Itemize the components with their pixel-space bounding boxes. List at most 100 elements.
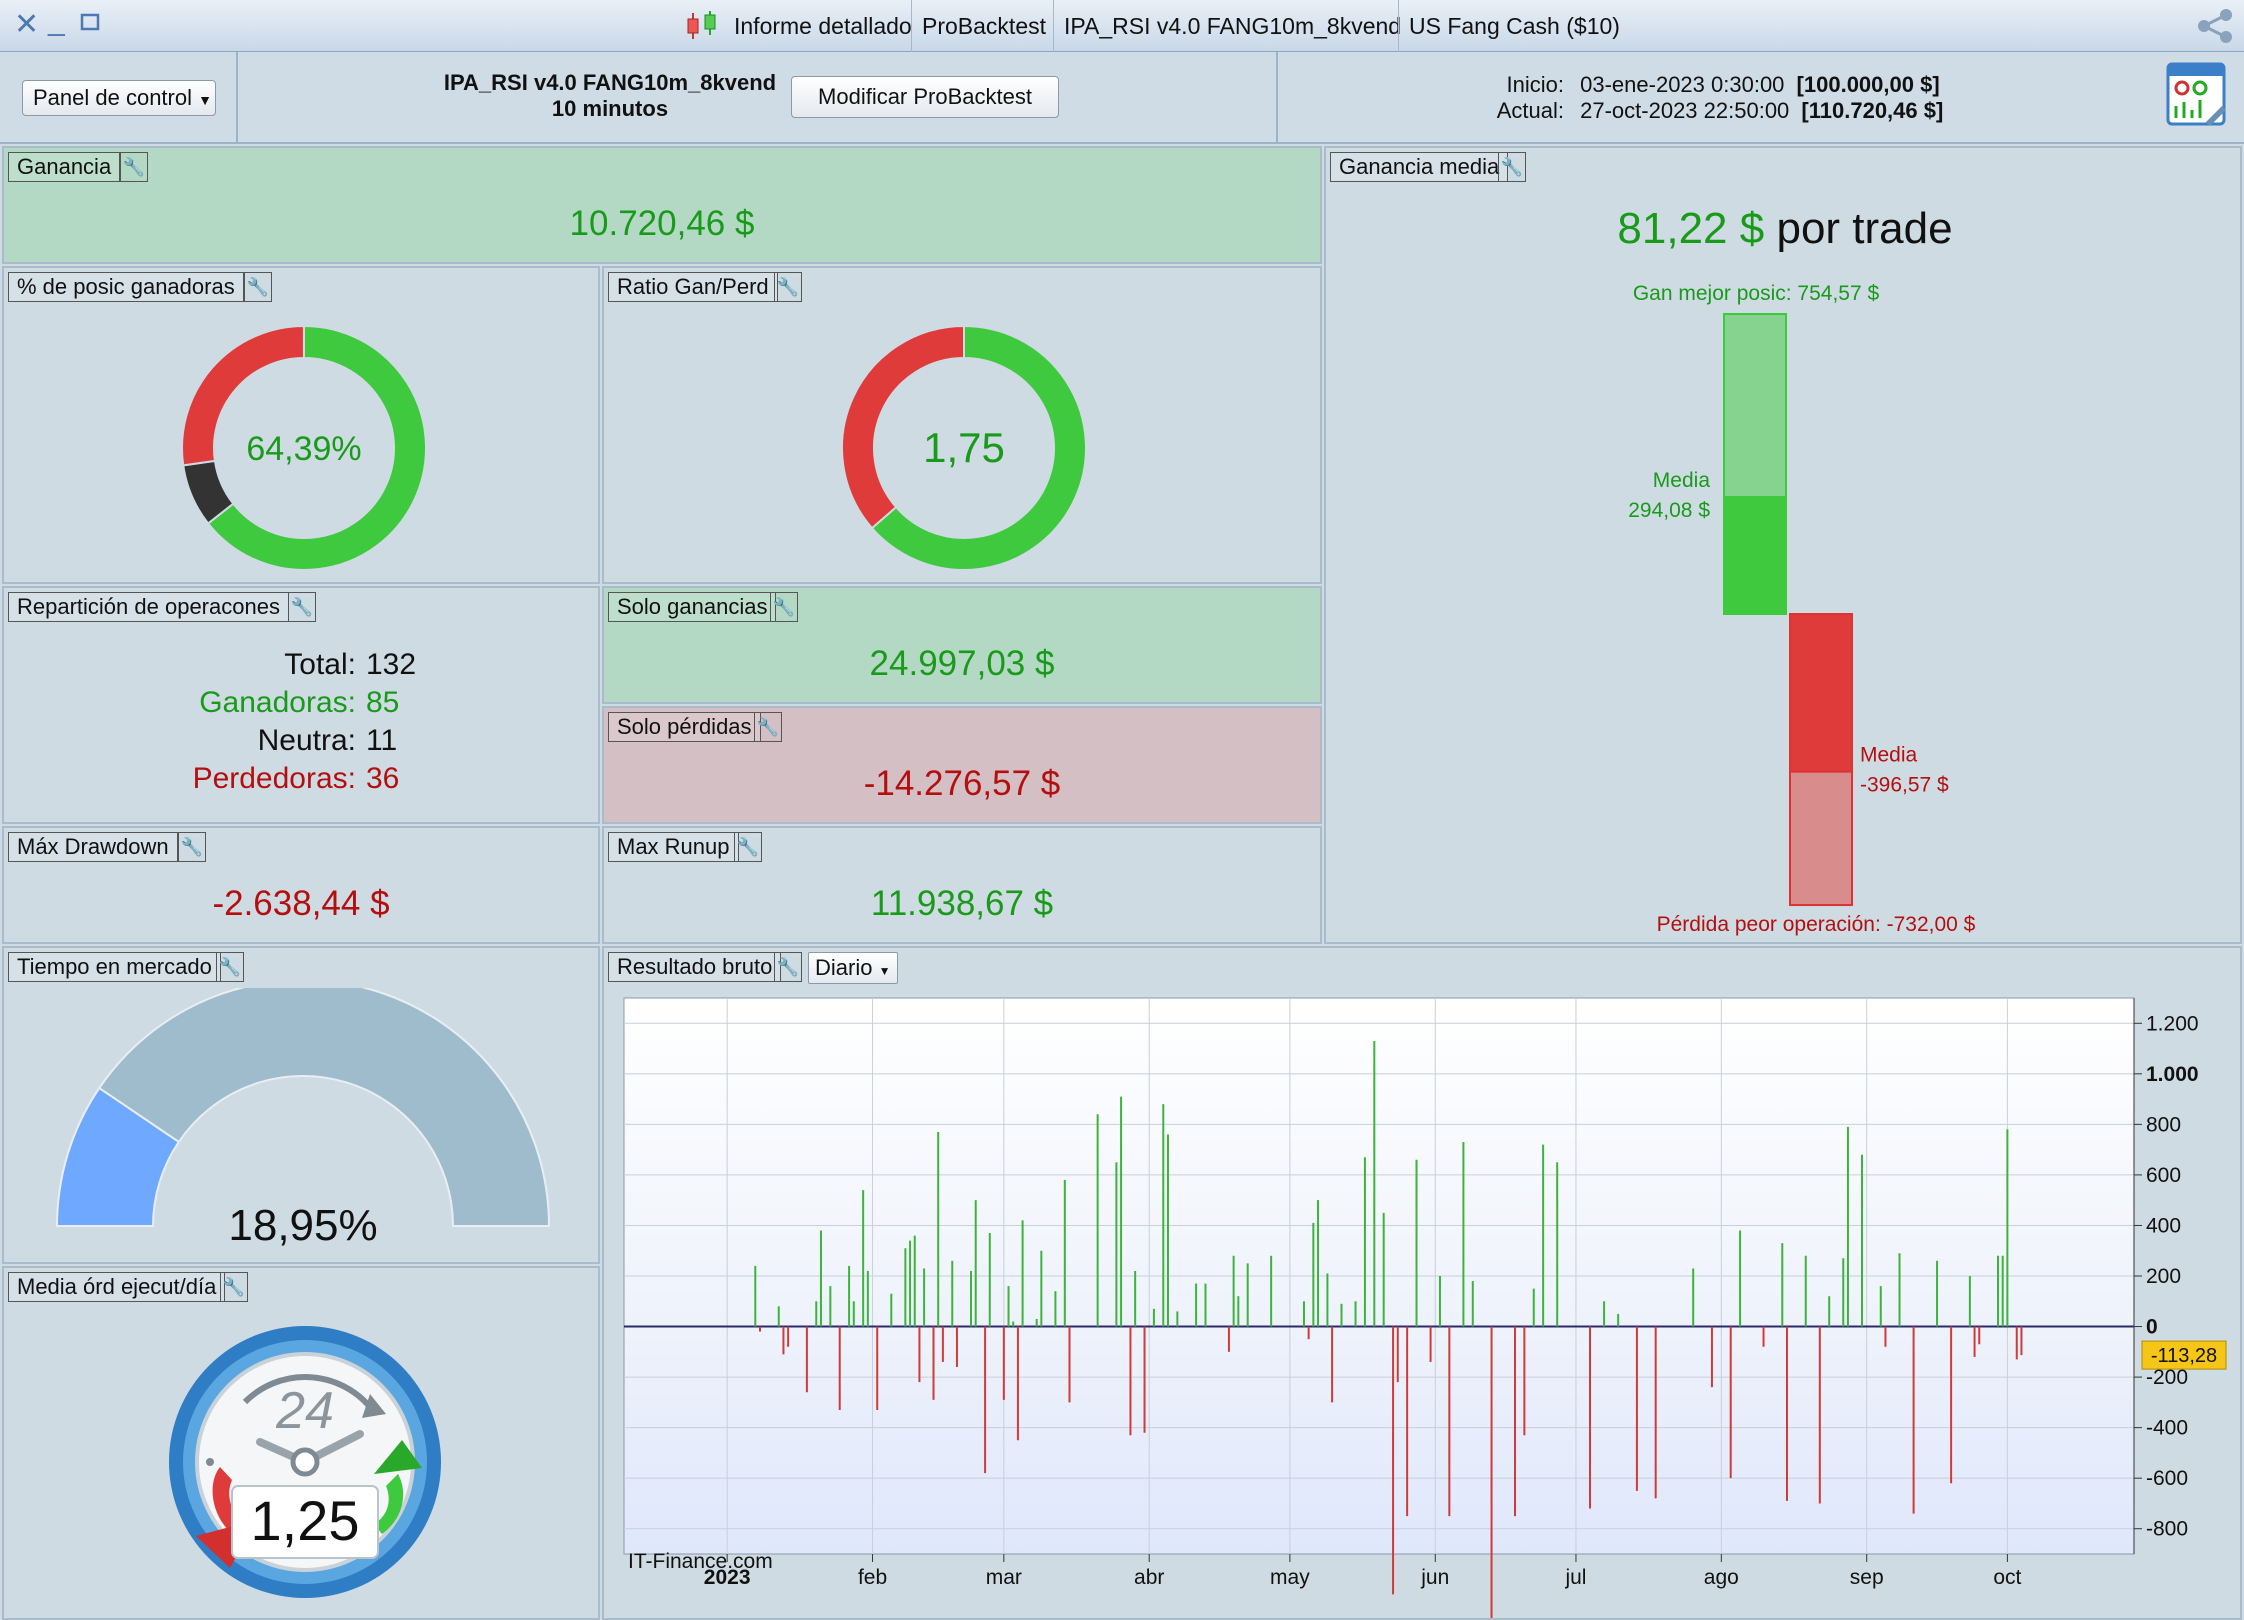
drawdown-title: Máx Drawdown (8, 832, 178, 862)
chevron-down-icon: ▼ (198, 92, 212, 108)
y-tick-label: 600 (2146, 1164, 2181, 1187)
y-tick-label: 1.000 (2146, 1063, 2199, 1086)
strategy-tab[interactable]: IPA_RSI v4.0 FANG10m_8kvend (1053, 0, 1411, 52)
solo-perdidas-value: -14.276,57 $ (863, 764, 1061, 803)
period-info: Inicio: 03-ene-2023 0:30:00 [100.000,00 … (1470, 72, 1944, 124)
winners-pct-title: % de posic ganadoras (8, 272, 244, 302)
tiempo-title: Tiempo en mercado (8, 952, 221, 982)
daily-orders-clock: 24 1,25 (169, 1326, 441, 1598)
y-tick-label: 0 (2146, 1316, 2158, 1339)
media-ord-title: Media órd ejecut/día (8, 1272, 226, 1302)
neutral-value: 11 (366, 724, 398, 757)
resultado-title: Resultado bruto (608, 952, 782, 982)
minimize-icon[interactable]: _ (48, 4, 65, 38)
chart-watermark: IT-Finance.com (628, 1550, 773, 1573)
solo-ganancias-value: 24.997,03 $ (869, 644, 1055, 683)
current-date: 27-oct-2023 22:50:00 (1580, 98, 1790, 123)
probacktest-tab[interactable]: ProBacktest (911, 0, 1056, 52)
solo-ganancias-panel: Solo ganancias 🔧 24.997,03 $ (602, 586, 1322, 704)
avg-win-bar (1723, 496, 1787, 615)
wrench-icon[interactable]: 🔧 (774, 952, 802, 982)
control-panel-dropdown[interactable]: Panel de control ▼ (22, 80, 216, 116)
y-tick-label: 200 (2146, 1265, 2181, 1288)
trade-breakdown: Total: 132 Ganadoras: 85 Neutra: 11 Perdedo… (4, 646, 598, 798)
y-tick-label: -400 (2146, 1417, 2188, 1440)
x-tick-label: oct (1993, 1566, 2021, 1589)
drawdown-panel: Máx Drawdown 🔧 -2.638,44 $ (2, 826, 600, 944)
plot-area-negative (624, 1326, 2134, 1554)
ratio-donut: 1,75 (841, 324, 1087, 571)
wrench-icon[interactable]: 🔧 (770, 592, 798, 622)
tiempo-panel: Tiempo en mercado 🔧 18,95% (2, 946, 600, 1264)
period-label: Diario (815, 955, 873, 980)
worst-trade-bar (1789, 770, 1853, 907)
y-tick-label: -800 (2146, 1518, 2188, 1541)
wrench-icon[interactable]: 🔧 (216, 952, 244, 982)
runup-title: Max Runup (608, 832, 739, 862)
start-date: 03-ene-2023 0:30:00 (1580, 72, 1785, 97)
y-tick-label: 1.200 (2146, 1012, 2199, 1035)
resultado-panel: Resultado bruto 🔧 Diario ▼ 1.200 1.000 800… (602, 946, 2242, 1620)
x-tick-label: feb (858, 1566, 887, 1589)
y-tick-label: 400 (2146, 1214, 2181, 1237)
x-tick-label: jun (1420, 1566, 1449, 1589)
media-ord-panel: Media órd ejecut/día 🔧 24 1,25 (2, 1266, 600, 1620)
title-bar: ✕ _ Informe detallado ProBacktest IPA_RS… (0, 0, 2244, 52)
wrench-icon[interactable]: 🔧 (244, 272, 272, 302)
ganancia-media-title: Ganancia media (1330, 152, 1509, 182)
reparticion-title: Repartición de operacones (8, 592, 289, 622)
last-value-label: -113,28 (2151, 1345, 2217, 1367)
x-tick-label: jul (1564, 1566, 1586, 1589)
wrench-icon[interactable]: 🔧 (220, 1272, 248, 1302)
avg-per-trade: 81,22 $ por trade (1326, 204, 2240, 254)
report-tab-label[interactable]: Informe detallado (724, 0, 922, 52)
start-capital: [100.000,00 $] (1796, 72, 1940, 97)
x-tick-label: ago (1704, 1566, 1739, 1589)
solo-ganancias-title: Solo ganancias (608, 592, 777, 622)
x-tick-label: abr (1134, 1566, 1164, 1589)
ganancia-value: 10.720,46 $ (569, 204, 755, 243)
drawdown-value: -2.638,44 $ (212, 884, 390, 923)
wrench-icon[interactable]: 🔧 (1498, 152, 1526, 182)
ganancia-media-panel: Ganancia media 🔧 81,22 $ por trade Gan m… (1324, 146, 2242, 944)
x-tick-label: sep (1850, 1566, 1884, 1589)
strategy-name: IPA_RSI v4.0 FANG10m_8kvend (443, 70, 777, 95)
header-divider (1276, 52, 1278, 144)
winners-pct-panel: % de posic ganadoras 🔧 64,39% (2, 266, 600, 584)
total-label: Total: (284, 648, 356, 681)
worst-trade-label: Pérdida peor operación: -732,00 $ (1657, 913, 1976, 936)
instrument-tab[interactable]: US Fang Cash ($10) (1398, 0, 1630, 52)
gauge-track (97, 988, 551, 1227)
wrench-icon[interactable]: 🔧 (288, 592, 316, 622)
best-trade-bar (1723, 313, 1787, 499)
strategy-info: IPA_RSI v4.0 FANG10m_8kvend 10 minutos (430, 70, 790, 122)
chevron-down-icon: ▼ (878, 964, 891, 978)
timeframe-label: 10 minutos (551, 96, 669, 121)
wrench-icon[interactable]: 🔧 (774, 272, 802, 302)
y-tick-label: 800 (2146, 1113, 2181, 1136)
wrench-icon[interactable]: 🔧 (754, 712, 782, 742)
maximize-icon[interactable] (80, 6, 100, 40)
current-label: Actual: (1496, 98, 1564, 123)
period-dropdown[interactable]: Diario ▼ (808, 952, 898, 984)
avg-win-label: Media (1653, 469, 1711, 492)
report-header: Panel de control ▼ IPA_RSI v4.0 FANG10m_… (0, 52, 2244, 144)
runup-value: 11.938,67 $ (870, 884, 1054, 923)
report-settings-icon[interactable] (2166, 62, 2228, 133)
wrench-icon[interactable]: 🔧 (734, 832, 762, 862)
ratio-panel: Ratio Gan/Perd 🔧 1,75 (602, 266, 1322, 584)
wrench-icon[interactable]: 🔧 (178, 832, 206, 862)
gross-result-chart: 1.2001.0008006004002000-200-400-600-800 … (623, 997, 2227, 1618)
winners-label: Ganadoras: (199, 686, 356, 719)
avg-win-value: 294,08 $ (1628, 499, 1710, 522)
time-in-market-value: 18,95% (228, 1201, 377, 1250)
ganancia-panel: Ganancia 🔧 10.720,46 $ (2, 146, 1322, 264)
close-icon[interactable]: ✕ (14, 8, 39, 42)
wrench-icon[interactable]: 🔧 (120, 152, 148, 182)
total-value: 132 (366, 648, 417, 681)
avg-loss-bar (1789, 613, 1853, 773)
modify-probacktest-button[interactable]: Modificar ProBacktest (791, 76, 1059, 118)
time-in-market-gauge: 18,95% (55, 988, 551, 1250)
share-icon[interactable] (2196, 8, 2236, 49)
avg-loss-label: Media (1860, 744, 1918, 767)
